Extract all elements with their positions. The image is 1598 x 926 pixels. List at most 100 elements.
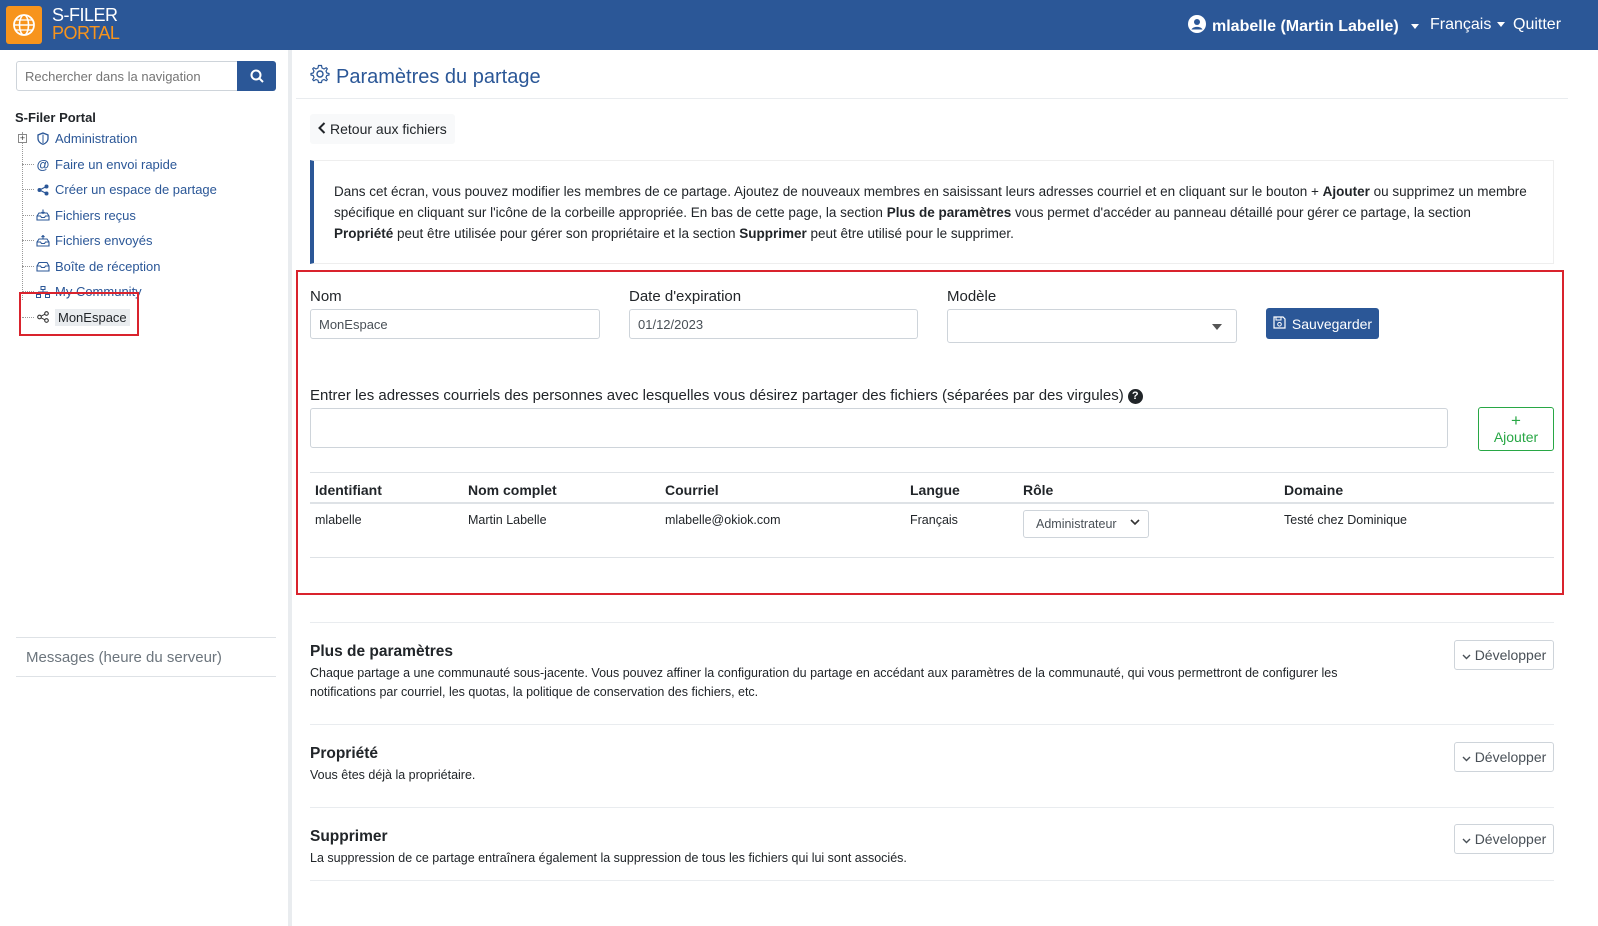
sidebar-item-quick-send[interactable]: @ Faire un envoi rapide	[15, 152, 285, 178]
chevron-down-icon	[1462, 647, 1471, 663]
tree-branch	[22, 265, 34, 267]
divider	[310, 880, 1554, 881]
expiry-date-input[interactable]	[629, 309, 918, 339]
messages-panel[interactable]: Messages (heure du serveur)	[16, 637, 276, 677]
table-header: Identifiant Nom complet Courriel Langue …	[310, 472, 1554, 504]
sidebar-item-label: Fichiers reçus	[55, 207, 136, 223]
col-header-language[interactable]: Langue	[910, 482, 960, 498]
section-more-settings: Plus de paramètres Chaque partage a une …	[310, 622, 1554, 724]
expand-button[interactable]: Développer	[1454, 640, 1554, 670]
main-content: Paramètres du partage Retour aux fichier…	[296, 50, 1598, 926]
section-description: Chaque partage a une communauté sous-jac…	[310, 666, 1338, 699]
tree-root-title[interactable]: S-Filer Portal	[15, 110, 96, 125]
tree-branch	[22, 163, 34, 165]
col-header-domain[interactable]: Domaine	[1284, 482, 1343, 498]
emails-label: Entrer les adresses courriels des person…	[310, 387, 1143, 404]
section-ownership: Propriété Vous êtes déjà la propriétaire…	[310, 724, 1554, 806]
sidebar-item-label: Administration	[55, 131, 138, 147]
chevron-down-icon	[1130, 518, 1140, 529]
inbox-out-icon	[35, 233, 51, 249]
chevron-down-icon	[1462, 831, 1471, 847]
user-menu[interactable]: mlabelle (Martin Labelle)	[1188, 15, 1419, 38]
floppy-disk-icon	[1273, 315, 1286, 332]
role-value: Administrateur	[1036, 517, 1117, 531]
gear-icon	[310, 64, 330, 90]
emails-label-text: Entrer les adresses courriels des person…	[310, 387, 1124, 404]
at-icon: @	[36, 156, 50, 172]
section-delete: Supprimer La suppression de ce partage e…	[310, 807, 1554, 880]
cell-id: mlabelle	[315, 513, 362, 527]
save-button[interactable]: Sauvegarder	[1266, 308, 1379, 339]
brand-logo-text[interactable]: S-FILER PORTAL	[52, 5, 120, 43]
sidebar: S-Filer Portal + Administration @ Faire …	[0, 50, 292, 926]
expand-button[interactable]: Développer	[1454, 824, 1554, 854]
section-title: Propriété	[310, 745, 379, 762]
section-title: Supprimer	[310, 828, 388, 845]
language-menu[interactable]: Français	[1430, 16, 1506, 34]
quit-link[interactable]: Quitter	[1513, 16, 1561, 34]
info-text: Dans cet écran, vous pouvez modifier les…	[334, 184, 1323, 199]
add-button[interactable]: + Ajouter	[1478, 407, 1554, 451]
shield-icon	[35, 131, 51, 147]
col-header-email[interactable]: Courriel	[665, 482, 719, 498]
inbox-icon	[35, 258, 51, 274]
user-name: mlabelle (Martin Labelle)	[1212, 17, 1399, 35]
role-select[interactable]: Administrateur	[1023, 510, 1149, 538]
page-title-text: Paramètres du partage	[336, 65, 541, 88]
back-to-files-button[interactable]: Retour aux fichiers	[310, 114, 455, 144]
sidebar-item-label: Fichiers envoyés	[55, 233, 153, 249]
expand-plus-icon[interactable]: +	[18, 134, 27, 143]
info-bold: Propriété	[334, 226, 394, 241]
emails-input[interactable]	[310, 408, 1448, 448]
globe-logo-icon[interactable]	[6, 6, 42, 44]
logo-line-2: PORTAL	[52, 23, 120, 43]
sidebar-item-label: Créer un espace de partage	[55, 182, 217, 198]
model-select[interactable]	[947, 309, 1237, 343]
info-text: vous permet d'accéder au panneau détaill…	[1011, 205, 1471, 220]
user-circle-icon	[1188, 15, 1206, 38]
divider	[296, 98, 1568, 99]
name-label: Nom	[310, 288, 342, 305]
sidebar-item-received-files[interactable]: Fichiers reçus	[15, 203, 285, 229]
section-title: Plus de paramètres	[310, 643, 454, 660]
info-text: peut être utilisée pour gérer son propri…	[393, 226, 740, 241]
tree-branch	[22, 214, 34, 216]
table-row: mlabelle Martin Labelle mlabelle@okiok.c…	[310, 504, 1554, 558]
logo-line-1: S-FILER	[52, 5, 118, 25]
cell-domain: Testé chez Dominique	[1284, 513, 1407, 527]
model-label: Modèle	[947, 288, 997, 305]
expand-label: Développer	[1474, 831, 1547, 847]
page-title: Paramètres du partage	[310, 64, 541, 90]
expand-label: Développer	[1474, 647, 1547, 663]
expand-button[interactable]: Développer	[1454, 742, 1554, 772]
tree-branch	[22, 240, 34, 241]
section-description: La suppression de ce partage entraînera …	[310, 851, 907, 865]
plus-icon: +	[1511, 411, 1521, 430]
caret-down-icon	[1410, 24, 1419, 29]
caret-down-icon	[1497, 22, 1506, 28]
search-button[interactable]	[237, 61, 276, 91]
section-description: Vous êtes déjà la propriétaire.	[310, 768, 476, 782]
col-header-id[interactable]: Identifiant	[315, 482, 382, 498]
language-label: Français	[1430, 16, 1492, 33]
sidebar-item-inbox[interactable]: Boîte de réception	[15, 254, 285, 280]
cell-email: mlabelle@okiok.com	[665, 513, 781, 527]
save-label: Sauvegarder	[1291, 315, 1373, 332]
name-input[interactable]	[310, 309, 600, 339]
tree-branch	[22, 189, 34, 190]
col-header-fullname[interactable]: Nom complet	[468, 482, 557, 498]
add-label: Ajouter	[1493, 429, 1539, 445]
nav-search-input[interactable]	[16, 61, 238, 91]
sidebar-item-label: Boîte de réception	[55, 258, 161, 274]
col-header-role[interactable]: Rôle	[1023, 482, 1053, 498]
question-circle-icon[interactable]: ?	[1127, 388, 1143, 404]
info-text: peut être utilisé pour le supprimer.	[806, 226, 1014, 241]
caret-down-icon	[1212, 324, 1222, 330]
sidebar-item-sent-files[interactable]: Fichiers envoyés	[15, 228, 285, 254]
expiry-label: Date d'expiration	[629, 288, 742, 305]
chevron-left-icon	[318, 121, 326, 137]
highlight-box	[19, 292, 139, 336]
sidebar-item-create-share[interactable]: Créer un espace de partage	[15, 177, 285, 203]
expand-label: Développer	[1474, 749, 1547, 765]
sidebar-item-administration[interactable]: + Administration	[15, 126, 285, 152]
